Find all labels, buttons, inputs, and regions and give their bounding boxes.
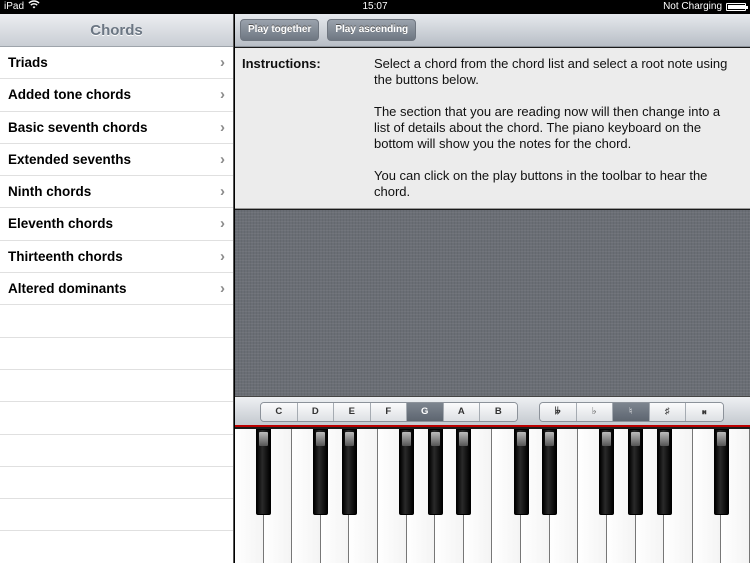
- chord-list-item-label: Triads: [8, 55, 48, 70]
- chevron-right-icon: ›: [220, 150, 225, 168]
- root-note-bar: CDEFGAB 𝄫 ♭ ♮ ♯ 𝄪: [235, 397, 750, 427]
- chevron-right-icon: ›: [220, 215, 225, 233]
- root-note-segment[interactable]: A: [443, 403, 480, 421]
- empty-list-row: [0, 402, 233, 435]
- instructions-panel: Instructions: Select a chord from the ch…: [235, 48, 750, 209]
- chord-list-item[interactable]: Triads ›: [0, 47, 233, 80]
- empty-list-row: [0, 370, 233, 403]
- black-key[interactable]: [427, 429, 443, 515]
- accidental-segment[interactable]: ♯: [649, 403, 686, 421]
- chord-list-item[interactable]: Basic seventh chords ›: [0, 112, 233, 144]
- status-bar: iPad 15:07 Not Charging: [0, 0, 750, 14]
- black-key[interactable]: [456, 429, 472, 515]
- play-together-button[interactable]: Play together: [240, 19, 320, 41]
- accidental-segment[interactable]: ♭: [576, 403, 613, 421]
- root-note-segment[interactable]: B: [480, 403, 517, 421]
- chevron-right-icon: ›: [220, 86, 225, 104]
- chord-list-item[interactable]: Eleventh chords ›: [0, 208, 233, 241]
- black-key[interactable]: [256, 429, 272, 515]
- clock: 15:07: [362, 1, 388, 12]
- chord-list-item-label: Eleventh chords: [8, 216, 114, 232]
- battery-icon: [726, 3, 748, 11]
- charging-status: Not Charging: [663, 1, 722, 12]
- chord-list-sidebar: Chords Triads › Added tone chords › Basic se…: [0, 14, 234, 563]
- accidental-selector: 𝄫 ♭ ♮ ♯ 𝄪: [539, 402, 724, 422]
- root-note-segment[interactable]: D: [297, 403, 334, 421]
- root-note-segment[interactable]: G: [407, 403, 444, 421]
- chevron-right-icon: ›: [220, 118, 225, 136]
- chord-details-area: [235, 210, 750, 397]
- chord-list-item[interactable]: Altered dominants ›: [0, 273, 233, 306]
- chevron-right-icon: ›: [220, 54, 225, 71]
- chevron-right-icon: ›: [220, 280, 225, 298]
- root-note-segment[interactable]: F: [370, 403, 407, 421]
- chord-list-item-label: Ninth chords: [8, 184, 92, 200]
- detail-pane: Play together Play ascending Instruction…: [235, 14, 750, 563]
- sidebar-title: Chords: [0, 14, 233, 47]
- instructions-paragraph: The section that you are reading now wil…: [374, 104, 721, 151]
- instructions-paragraph: You can click on the play buttons in the…: [374, 168, 708, 199]
- empty-list-row: [0, 435, 233, 467]
- accidental-segment[interactable]: ♮: [613, 403, 650, 421]
- root-note-segment[interactable]: E: [334, 403, 371, 421]
- piano-keyboard: [235, 429, 750, 563]
- chord-list-item-label: Added tone chords: [8, 87, 132, 103]
- chord-list-item[interactable]: Extended sevenths ›: [0, 144, 233, 177]
- black-key[interactable]: [628, 429, 644, 515]
- chord-list-item-label: Extended sevenths: [8, 151, 132, 167]
- black-key[interactable]: [341, 429, 357, 515]
- chord-list-item[interactable]: Ninth chords ›: [0, 176, 233, 209]
- black-key[interactable]: [713, 429, 729, 515]
- chord-list-item[interactable]: Thirteenth chords ›: [0, 241, 233, 274]
- root-note-selector: CDEFGAB: [260, 402, 518, 422]
- instructions-label: Instructions:: [242, 56, 321, 71]
- black-key[interactable]: [542, 429, 558, 515]
- chord-list-item-label: Altered dominants: [8, 281, 127, 297]
- accidental-segment[interactable]: 𝄪: [686, 403, 723, 421]
- empty-list-row: [0, 338, 233, 370]
- black-key[interactable]: [599, 429, 615, 515]
- chevron-right-icon: ›: [220, 183, 225, 201]
- chord-list: Triads › Added tone chords › Basic seventh c…: [0, 47, 233, 563]
- empty-list-row: [0, 305, 233, 338]
- instructions-text: Select a chord from the chord list and s…: [374, 56, 739, 216]
- root-note-segment[interactable]: C: [261, 403, 298, 421]
- instructions-paragraph: Select a chord from the chord list and s…: [374, 56, 728, 87]
- empty-list-row: [0, 467, 233, 500]
- play-ascending-button[interactable]: Play ascending: [327, 19, 417, 41]
- chord-list-item-label: Thirteenth chords: [8, 248, 123, 264]
- toolbar: Play together Play ascending: [235, 14, 750, 47]
- accidental-segment[interactable]: 𝄫: [540, 403, 577, 421]
- black-key[interactable]: [399, 429, 415, 515]
- chord-list-item-label: Basic seventh chords: [8, 119, 148, 135]
- chord-list-item[interactable]: Added tone chords ›: [0, 79, 233, 112]
- black-key[interactable]: [513, 429, 529, 515]
- black-key[interactable]: [313, 429, 329, 515]
- black-key[interactable]: [656, 429, 672, 515]
- empty-list-row: [0, 531, 233, 563]
- empty-list-row: [0, 499, 233, 532]
- chevron-right-icon: ›: [220, 247, 225, 265]
